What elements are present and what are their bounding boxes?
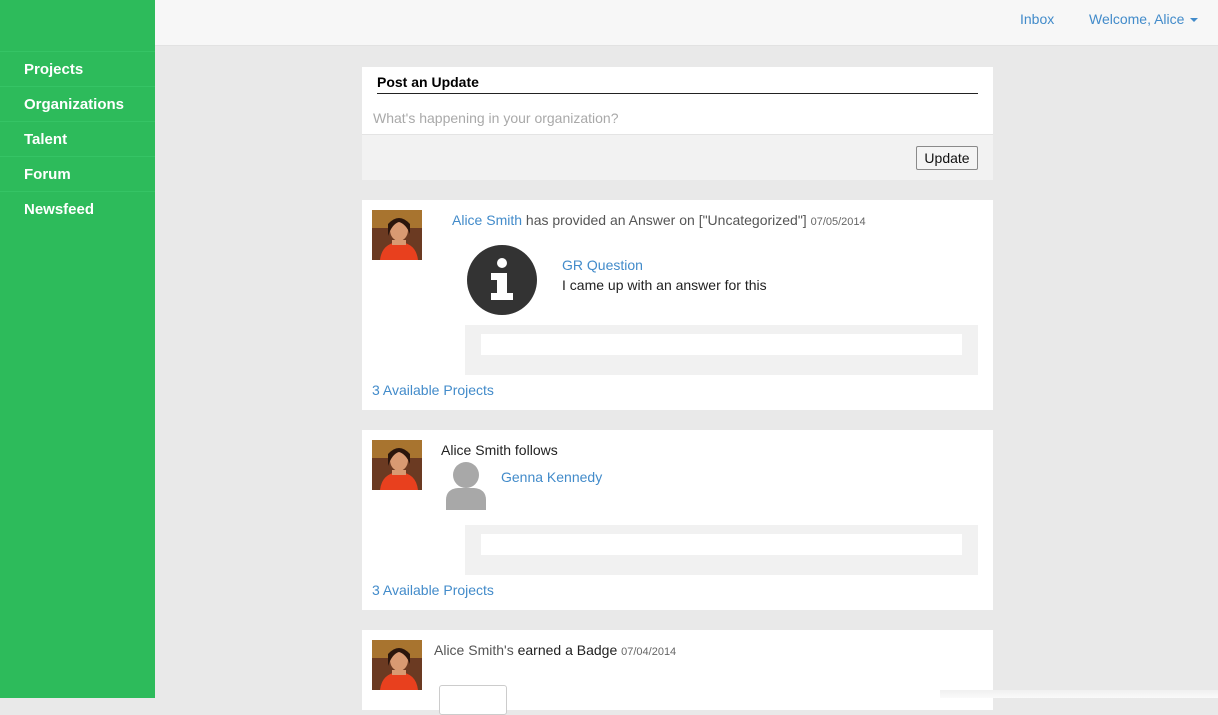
feed-action-text: earned a Badge bbox=[513, 642, 618, 658]
info-icon bbox=[467, 245, 537, 315]
status-update-input[interactable] bbox=[373, 107, 973, 129]
avatar[interactable] bbox=[372, 640, 422, 690]
feed-item-follow: Alice Smith follows Genna Kennedy 3 Avai… bbox=[362, 430, 993, 610]
bottom-shadow bbox=[940, 690, 1218, 698]
available-projects-link[interactable]: 3 Available Projects bbox=[372, 582, 494, 598]
comment-input[interactable] bbox=[481, 334, 962, 355]
update-button[interactable]: Update bbox=[916, 146, 978, 170]
answer-text: I came up with an answer for this bbox=[562, 277, 767, 293]
feed-date: 07/05/2014 bbox=[810, 216, 866, 228]
user-menu-label: Welcome, Alice bbox=[1089, 11, 1185, 27]
feed-headline: Alice Smith follows bbox=[441, 442, 558, 458]
sidebar-item-organizations[interactable]: Organizations bbox=[0, 86, 155, 121]
user-name: Alice Smith bbox=[441, 442, 512, 458]
user-menu-toggle[interactable]: Welcome, Alice bbox=[1089, 11, 1199, 27]
available-projects-link[interactable]: 3 Available Projects bbox=[372, 382, 494, 398]
sidebar-item-talent[interactable]: Talent bbox=[0, 121, 155, 156]
badge-thumbnail[interactable] bbox=[439, 685, 507, 715]
feed-item-badge: Alice Smith's earned a Badge 07/04/2014 bbox=[362, 630, 993, 715]
post-update-title: Post an Update bbox=[377, 74, 978, 94]
person-icon bbox=[446, 462, 486, 510]
sidebar-item-newsfeed[interactable]: Newsfeed bbox=[0, 191, 155, 226]
feed-action-text: has provided an Answer on ["Uncategorize… bbox=[522, 212, 807, 228]
avatar[interactable] bbox=[372, 440, 422, 490]
sidebar-item-projects[interactable]: Projects bbox=[0, 51, 155, 86]
user-name: Alice Smith's bbox=[434, 642, 514, 658]
feed-headline: Alice Smith has provided an Answer on ["… bbox=[452, 212, 866, 228]
followed-user-link[interactable]: Genna Kennedy bbox=[501, 469, 602, 485]
feed-date: 07/04/2014 bbox=[621, 646, 677, 658]
comment-box bbox=[465, 325, 978, 375]
post-update-card: Post an Update Update bbox=[362, 67, 993, 180]
sidebar: Projects Organizations Talent Forum News… bbox=[0, 0, 155, 698]
feed-headline: Alice Smith's earned a Badge 07/04/2014 bbox=[434, 642, 676, 658]
feed-action-text: follows bbox=[511, 442, 558, 458]
caret-down-icon bbox=[1190, 18, 1199, 23]
user-link[interactable]: Alice Smith bbox=[452, 212, 522, 228]
inbox-link[interactable]: Inbox bbox=[1020, 11, 1054, 27]
sidebar-item-forum[interactable]: Forum bbox=[0, 156, 155, 191]
question-title-link[interactable]: GR Question bbox=[562, 257, 643, 273]
feed-item-answer: Alice Smith has provided an Answer on ["… bbox=[362, 200, 993, 410]
avatar[interactable] bbox=[372, 210, 422, 260]
post-update-footer: Update bbox=[362, 134, 993, 180]
comment-input[interactable] bbox=[481, 534, 962, 555]
comment-box bbox=[465, 525, 978, 575]
top-navbar: Inbox Welcome, Alice bbox=[155, 0, 1218, 46]
